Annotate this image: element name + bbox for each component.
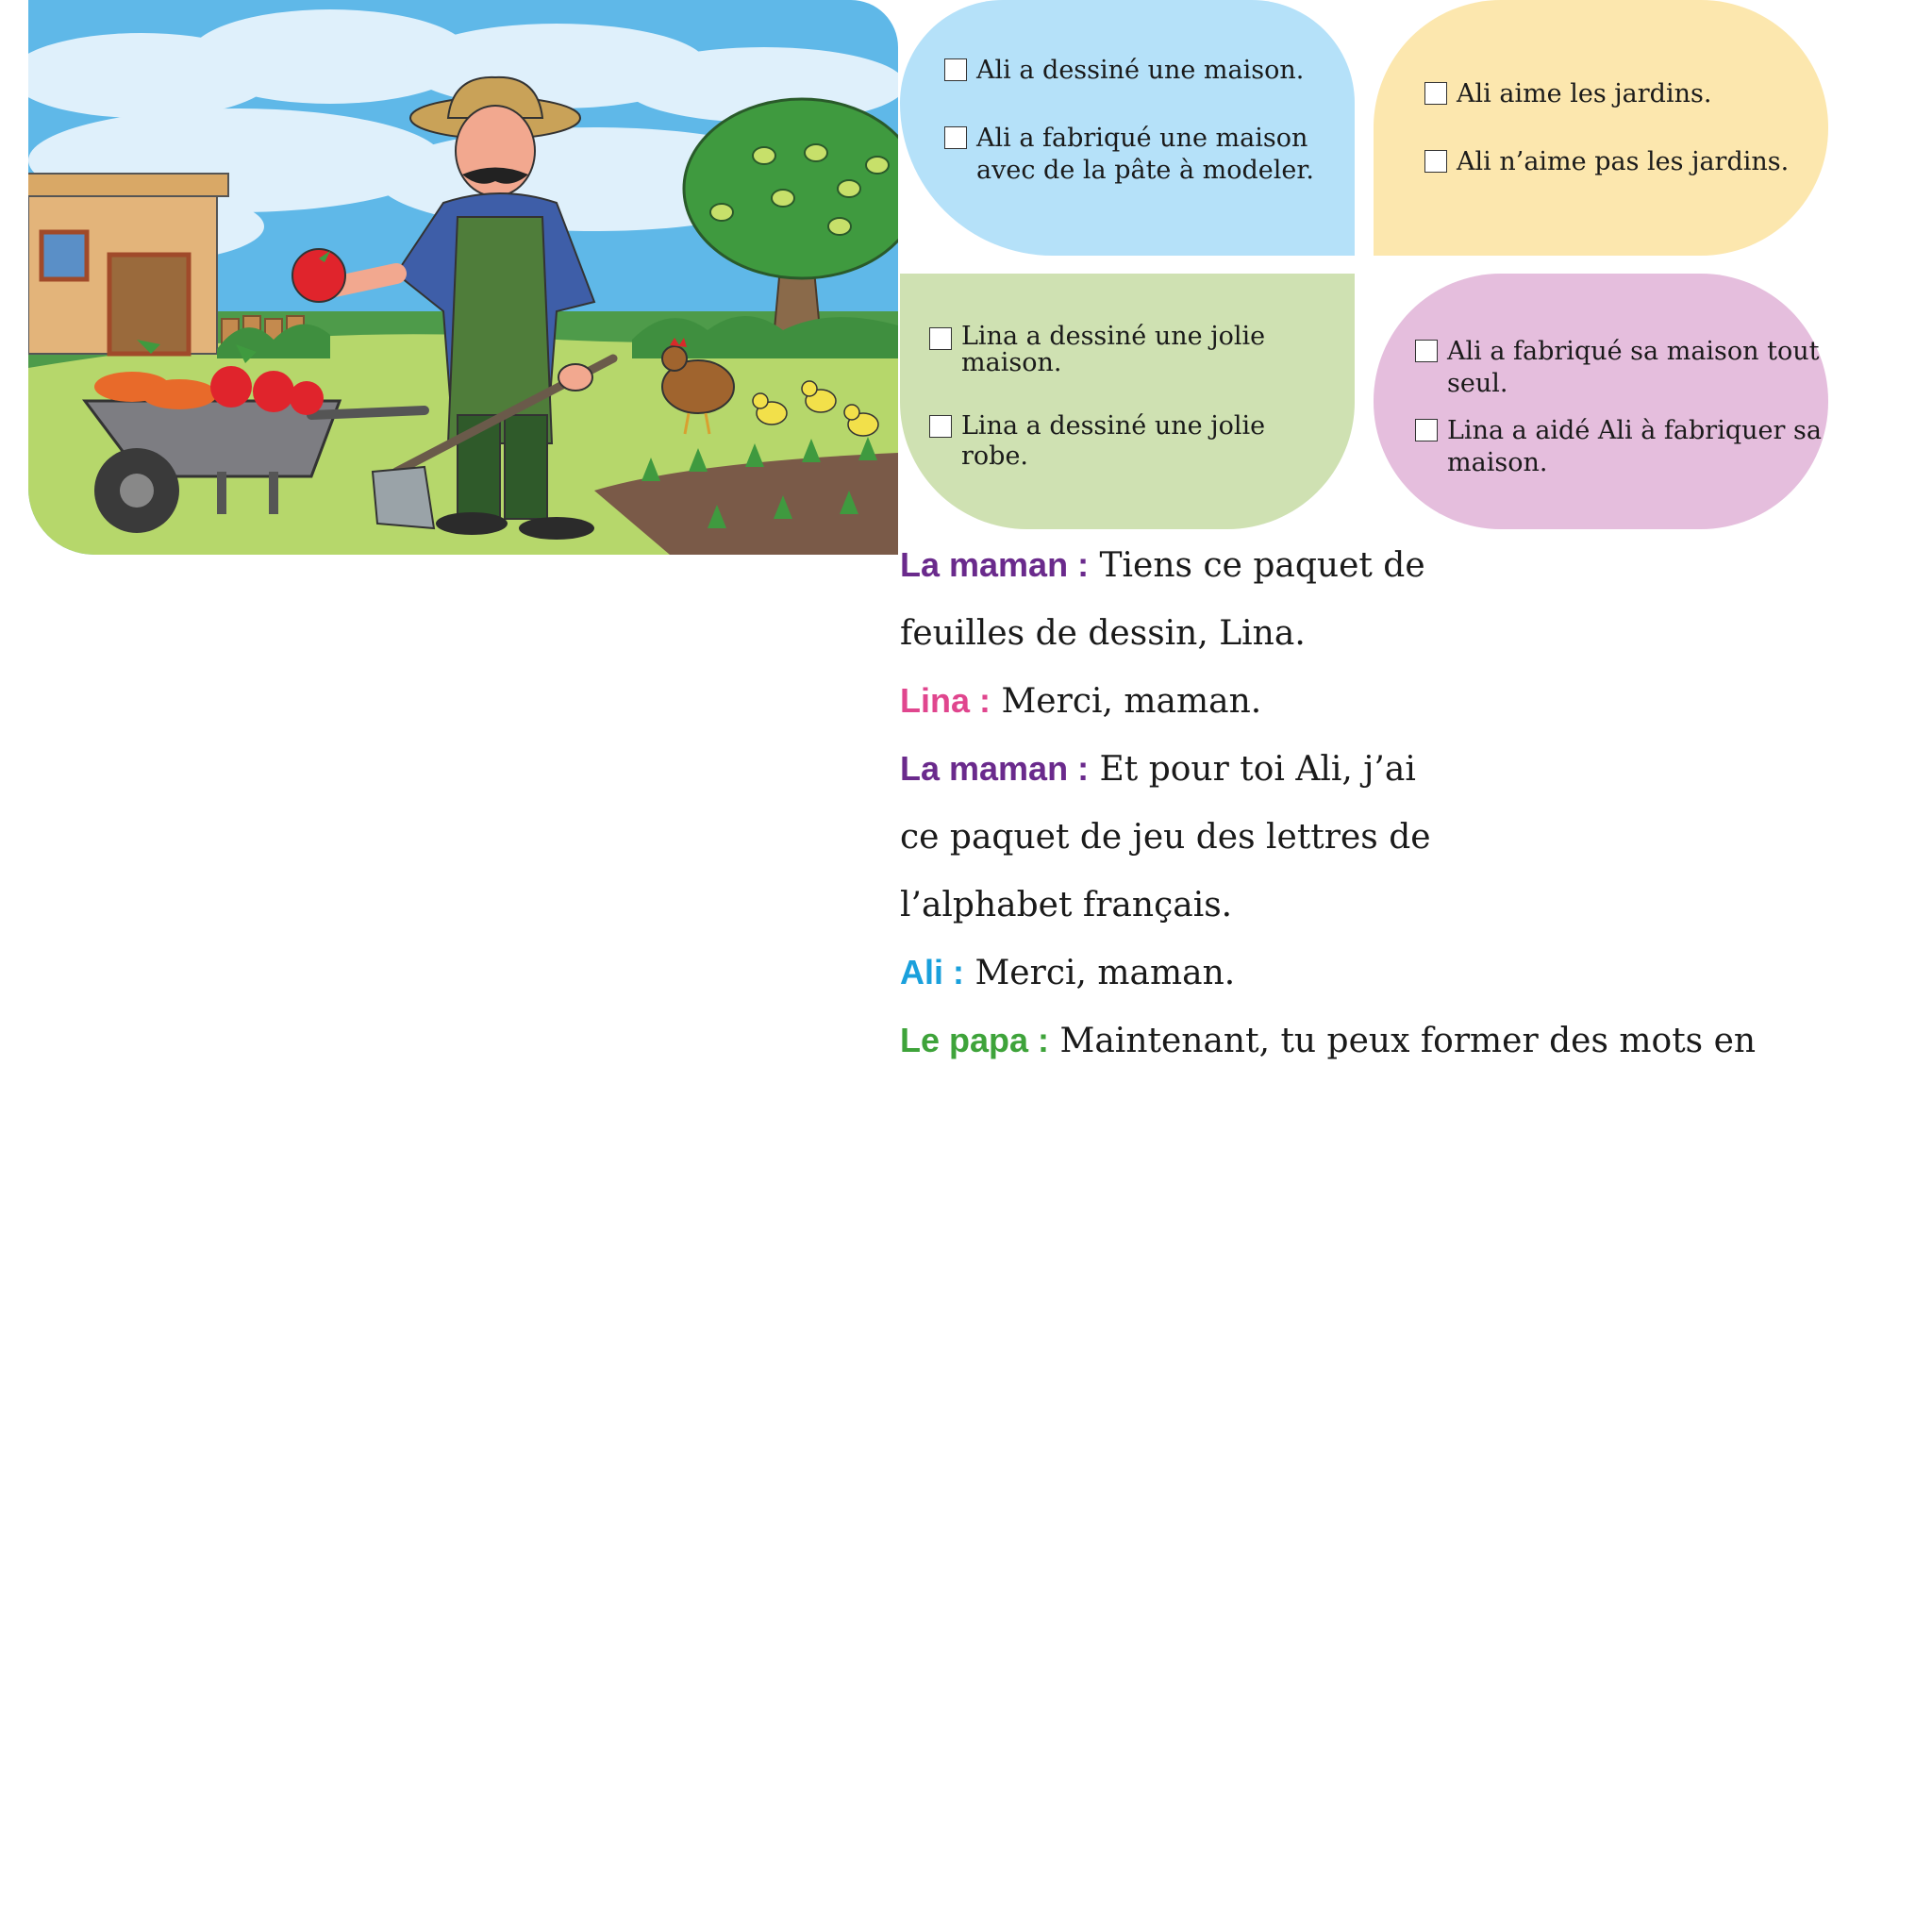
checkbox[interactable] [929,327,952,350]
farm-scene [28,0,898,555]
quiz-option-text: Ali a fabriqué sa maison tout seul. [1447,337,1820,398]
quiz-option[interactable]: Ali aime les jardins. [1424,78,1711,110]
house-icon [28,173,229,357]
dialogue: La maman : Tiens ce paquet de feuilles d… [900,531,1843,1074]
checkbox[interactable] [944,58,967,81]
quiz-bubble-green [900,274,1355,529]
quiz-option-text: Ali a dessiné une maison. [976,56,1305,85]
quiz-option[interactable]: Lina a dessiné une jolie robe. [929,411,1265,472]
checkbox[interactable] [1415,340,1438,362]
speaker-label: La maman : [900,545,1090,584]
quiz-option-text: Ali a fabriqué une maison avec de la pât… [976,124,1314,185]
speaker-label: Le papa : [900,1021,1050,1059]
quiz-option-text: Lina a dessiné une jolie robe. [961,411,1266,471]
checkbox[interactable] [944,126,967,149]
dialogue-text: Tiens ce paquet de [1089,546,1425,585]
quiz-bubble-yellow [1374,0,1828,256]
tomato-icon [291,248,346,303]
dialogue-text: Merci, maman. [991,682,1262,721]
dialogue-text: Maintenant, tu peux former des mots en [1049,1022,1757,1060]
quiz-option-text: Lina a dessiné une jolie maison. [961,322,1266,377]
dialogue-text: ce paquet de jeu des lettres de [900,818,1431,857]
speaker-label: Lina : [900,681,991,720]
quiz-option[interactable]: Ali n’aime pas les jardins. [1424,146,1789,178]
dialogue-line: La maman : Et pour toi Ali, j’ai [900,735,1843,803]
quiz-option-text: Lina a aidé Ali à fabriquer sa maison. [1447,416,1822,477]
dialogue-line: La maman : Tiens ce paquet de [900,531,1843,599]
checkbox[interactable] [1424,82,1447,105]
quiz-option-text: Ali aime les jardins. [1457,79,1712,108]
checkbox[interactable] [1415,419,1438,441]
quiz-option[interactable]: Ali a fabriqué sa maison tout seul. [1415,336,1819,400]
quiz-bubble-pink [1374,274,1828,529]
quiz-option-text: Ali n’aime pas les jardins. [1457,147,1790,176]
farm-illustration [28,0,898,555]
dialogue-text: Merci, maman. [964,954,1236,992]
speaker-label: Ali : [900,953,964,991]
dialogue-line: feuilles de dessin, Lina. [900,599,1843,667]
dialogue-text: feuilles de dessin, Lina. [900,614,1306,653]
quiz-option[interactable]: Ali a dessiné une maison. [944,55,1304,87]
dialogue-line: Le papa : Maintenant, tu peux former des… [900,1007,1843,1074]
dialogue-text: l’alphabet français. [900,886,1233,924]
checkbox[interactable] [929,415,952,438]
dialogue-text: Et pour toi Ali, j’ai [1089,750,1416,789]
quiz-option[interactable]: Ali a fabriqué une maison avec de la pât… [944,123,1314,187]
checkbox[interactable] [1424,150,1447,173]
dialogue-line: Lina : Merci, maman. [900,667,1843,735]
quiz-option[interactable]: Lina a dessiné une jolie maison. [929,324,1265,376]
speaker-label: La maman : [900,749,1090,788]
dialogue-line: Ali : Merci, maman. [900,939,1843,1007]
dialogue-line: ce paquet de jeu des lettres de [900,803,1843,871]
dialogue-line: l’alphabet français. [900,871,1843,939]
quiz-option[interactable]: Lina a aidé Ali à fabriquer sa maison. [1415,415,1822,479]
